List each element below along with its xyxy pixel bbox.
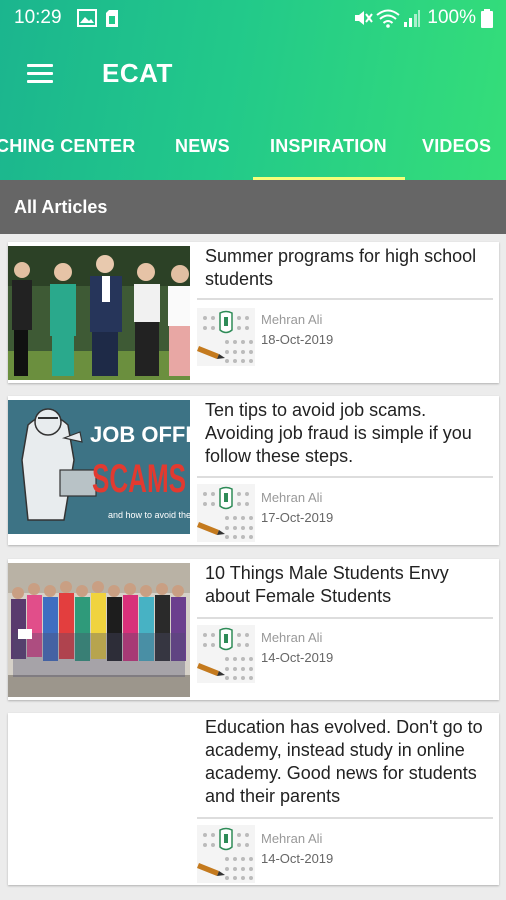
gallery-icon [77, 9, 97, 27]
article-image [8, 246, 190, 380]
battery-icon [481, 9, 493, 28]
article-date: 17-Oct-2019 [261, 510, 334, 525]
article-title: 10 Things Male Students Envy about Femal… [205, 563, 449, 606]
article-card-3[interactable]: 10 Things Male Students Envy about Femal… [8, 559, 499, 700]
article-author: Mehran Ali [261, 831, 323, 846]
app-bar: 10:29 100% ECAT CHING CENTER NEWS INSPIR… [0, 0, 506, 180]
wifi-icon [376, 9, 400, 28]
article-image: JOB OFFER SCAMS and how to avoid them. [8, 400, 190, 534]
signal-icon [404, 10, 420, 27]
tab-bar: CHING CENTER NEWS INSPIRATION VIDEOS [0, 118, 506, 180]
card-divider [197, 817, 493, 819]
article-title: Ten tips to avoid job scams. Avoiding jo… [205, 400, 472, 466]
status-bar: 10:29 100% [0, 0, 506, 36]
article-date: 14-Oct-2019 [261, 851, 334, 866]
article-title: Education has evolved. Don't go to acade… [205, 717, 483, 806]
article-card-1[interactable]: Summer programs for high school students… [8, 242, 499, 383]
card-divider [197, 298, 493, 300]
article-card-2[interactable]: JOB OFFER SCAMS and how to avoid them. T… [8, 396, 499, 545]
article-date: 18-Oct-2019 [261, 332, 334, 347]
toolbar: ECAT [0, 44, 506, 108]
author-avatar [197, 484, 255, 542]
author-avatar [197, 308, 255, 366]
battery-percent: 100% [427, 7, 476, 28]
section-header: All Articles [0, 180, 506, 234]
section-title: All Articles [14, 197, 108, 217]
article-author: Mehran Ali [261, 312, 323, 327]
hamburger-menu-icon[interactable] [27, 64, 53, 84]
article-image [8, 563, 190, 697]
article-image [8, 717, 190, 851]
tab-videos[interactable]: VIDEOS [422, 136, 491, 157]
article-author: Mehran Ali [261, 490, 323, 505]
article-card-4[interactable]: Education has evolved. Don't go to acade… [8, 713, 499, 885]
article-date: 14-Oct-2019 [261, 650, 334, 665]
card-divider [197, 617, 493, 619]
poster-scams: SCAMS [92, 457, 186, 501]
tab-inspiration[interactable]: INSPIRATION [270, 136, 387, 157]
article-title: Summer programs for high school students [205, 246, 477, 289]
tab-news[interactable]: NEWS [175, 136, 230, 157]
author-avatar [197, 825, 255, 883]
article-author: Mehran Ali [261, 630, 323, 645]
mute-icon [355, 11, 373, 25]
author-avatar [197, 625, 255, 683]
sim-icon [106, 10, 118, 27]
poster-tagline: and how to avoid them. [108, 510, 190, 520]
app-title: ECAT [102, 58, 173, 88]
tab-coaching-center[interactable]: CHING CENTER [0, 136, 135, 157]
status-time: 10:29 [14, 7, 62, 28]
card-divider [197, 476, 493, 478]
poster-headline: JOB OFFER [90, 422, 190, 447]
